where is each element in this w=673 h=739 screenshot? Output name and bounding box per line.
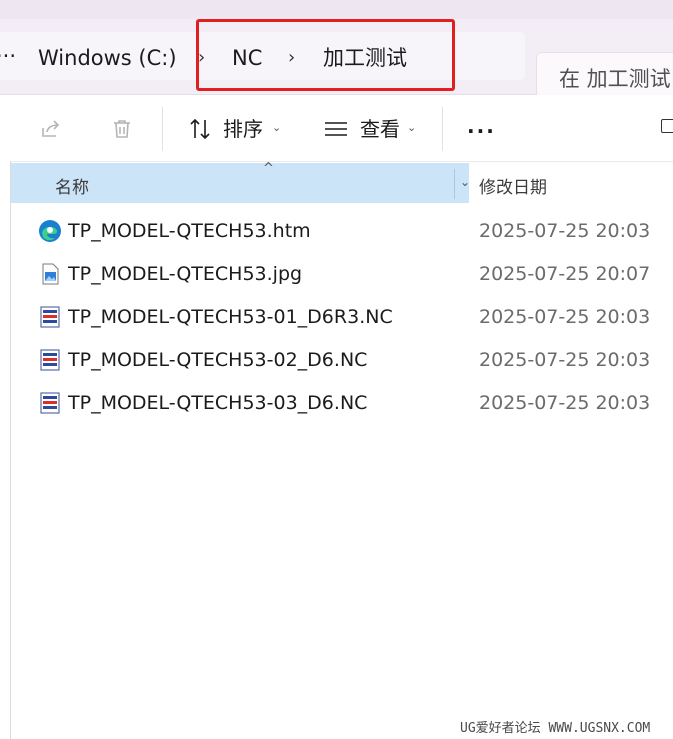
breadcrumb-overflow[interactable]: ··· — [0, 43, 16, 69]
watermark-text: UG爱好者论坛 WWW.UGSNX.COM — [460, 721, 651, 736]
file-date-modified: 2025-07-25 20:03 — [479, 220, 651, 242]
breadcrumb-item-windows-c[interactable]: Windows (C:) — [38, 45, 177, 71]
column-header-name[interactable]: ^ 名称 ⌄ — [11, 161, 470, 203]
column-divider[interactable] — [454, 169, 455, 199]
delete-icon[interactable] — [109, 116, 135, 142]
sort-icon[interactable] — [187, 116, 213, 142]
view-button[interactable]: 查看 — [360, 117, 400, 141]
search-placeholder: 在 加工测试 — [559, 67, 671, 91]
file-row[interactable]: TP_MODEL-QTECH53-02_D6.NC 2025-07-25 20:… — [11, 339, 673, 382]
file-name: TP_MODEL-QTECH53.jpg — [68, 263, 303, 285]
file-row[interactable]: TP_MODEL-QTECH53-01_D6R3.NC 2025-07-25 2… — [11, 296, 673, 339]
navigation-pane-edge — [0, 161, 11, 739]
toolbar-divider — [442, 107, 443, 151]
file-name: TP_MODEL-QTECH53-03_D6.NC — [68, 392, 368, 414]
column-header-name-label: 名称 — [55, 178, 89, 198]
view-layout-icon[interactable] — [323, 116, 349, 142]
file-row[interactable]: TP_MODEL-QTECH53.htm 2025-07-25 20:03 — [11, 210, 673, 253]
details-pane-icon[interactable] — [661, 119, 673, 133]
file-date-modified: 2025-07-25 20:07 — [479, 263, 651, 285]
file-date-modified: 2025-07-25 20:03 — [479, 349, 651, 371]
title-bar-strip — [0, 0, 673, 19]
file-name: TP_MODEL-QTECH53-02_D6.NC — [68, 349, 368, 371]
file-name: TP_MODEL-QTECH53.htm — [68, 220, 311, 242]
column-header-date-modified[interactable]: 修改日期 — [479, 173, 547, 198]
toolbar-divider — [162, 107, 163, 151]
share-icon[interactable] — [38, 116, 64, 142]
command-bar: 排序 ⌄ 查看 ⌄ ··· — [0, 95, 673, 162]
nc-file-icon — [38, 348, 62, 372]
file-row[interactable]: TP_MODEL-QTECH53-03_D6.NC 2025-07-25 20:… — [11, 382, 673, 425]
nc-file-icon — [38, 305, 62, 329]
chevron-down-icon[interactable]: ⌄ — [407, 121, 416, 134]
sort-button[interactable]: 排序 — [223, 117, 263, 141]
file-date-modified: 2025-07-25 20:03 — [479, 306, 651, 328]
nc-file-icon — [38, 391, 62, 415]
chevron-down-icon[interactable]: ⌄ — [272, 121, 281, 134]
file-name: TP_MODEL-QTECH53-01_D6R3.NC — [68, 306, 393, 328]
file-row[interactable]: TP_MODEL-QTECH53.jpg 2025-07-25 20:07 — [11, 253, 673, 296]
more-options-button[interactable]: ··· — [467, 119, 496, 143]
search-input[interactable]: 在 加工测试 — [536, 52, 673, 100]
column-filter-chevron-icon[interactable]: ⌄ — [460, 175, 470, 189]
sort-ascending-icon: ^ — [263, 161, 274, 176]
file-date-modified: 2025-07-25 20:03 — [479, 392, 651, 414]
edge-html-icon — [38, 219, 62, 243]
annotation-highlight-box — [196, 19, 455, 91]
image-file-icon — [38, 262, 62, 286]
